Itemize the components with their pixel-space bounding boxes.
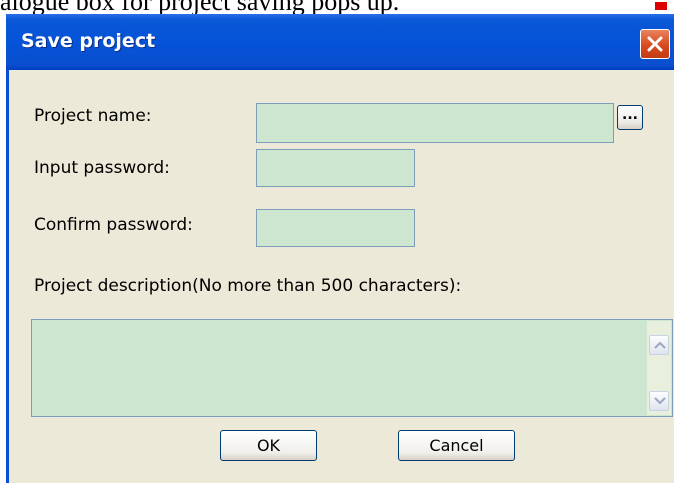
- dialog-title: Save project: [21, 30, 156, 52]
- chevron-up-icon: [654, 341, 666, 349]
- description-scrollbar[interactable]: [647, 321, 671, 415]
- cancel-button[interactable]: Cancel: [398, 430, 515, 461]
- input-password-field[interactable]: [256, 149, 415, 187]
- close-icon: [647, 36, 663, 52]
- caption-red-corner: [655, 2, 667, 10]
- project-description-label: Project description(No more than 500 cha…: [34, 276, 462, 296]
- close-button[interactable]: [640, 29, 670, 59]
- title-bar[interactable]: Save project: [6, 14, 674, 70]
- confirm-password-label: Confirm password:: [34, 215, 193, 235]
- browse-button[interactable]: ...: [617, 105, 643, 130]
- project-description-textarea[interactable]: [31, 319, 673, 417]
- input-password-label: Input password:: [34, 158, 170, 178]
- scroll-up-button[interactable]: [649, 335, 669, 355]
- chevron-down-icon: [654, 397, 666, 405]
- scroll-down-button[interactable]: [649, 391, 669, 411]
- confirm-password-field[interactable]: [256, 209, 415, 247]
- project-name-input[interactable]: [256, 103, 614, 143]
- save-project-dialog: Save project Project name: ... Input pas…: [6, 14, 674, 483]
- project-name-label: Project name:: [34, 106, 152, 126]
- window-border: [6, 70, 9, 483]
- ok-button[interactable]: OK: [220, 430, 317, 461]
